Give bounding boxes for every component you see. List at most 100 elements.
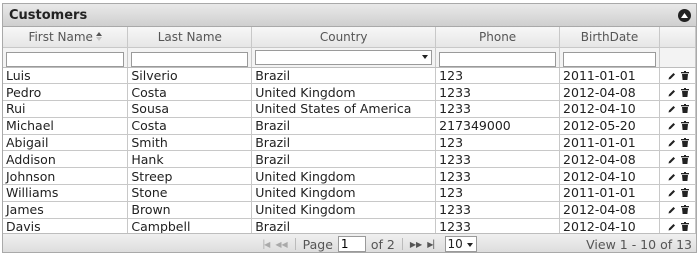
country-filter-select[interactable] — [255, 49, 433, 65]
edit-icon[interactable] — [668, 169, 676, 184]
delete-icon[interactable] — [681, 185, 690, 200]
edit-icon[interactable] — [668, 185, 676, 200]
column-header-birthdate[interactable]: BirthDate — [559, 27, 660, 48]
delete-icon[interactable] — [681, 101, 690, 116]
first-name-cell: Luis — [3, 67, 129, 85]
dropdown-arrow-icon — [466, 243, 473, 247]
birthdate-cell: 2012-05-20 — [559, 117, 660, 135]
table-row[interactable]: Abigail Smith Brazil 123 2011-01-01 — [3, 134, 696, 152]
edit-icon[interactable] — [668, 118, 676, 133]
pager-separator — [401, 238, 403, 250]
edit-icon[interactable] — [668, 135, 676, 150]
table-row[interactable]: Rui Sousa United States of America 1233 2012… — [3, 100, 696, 118]
column-header-label: BirthDate — [580, 29, 639, 44]
row-actions-cell — [659, 167, 696, 186]
column-header-country[interactable]: Country — [251, 27, 437, 48]
table-row[interactable]: Luis Silverio Brazil 123 2011-01-01 — [3, 67, 696, 85]
delete-icon[interactable] — [681, 169, 690, 184]
first-page-icon[interactable]: ▕◀ — [258, 240, 270, 249]
country-cell: United Kingdom — [251, 201, 437, 219]
page-number-input[interactable] — [337, 236, 366, 252]
country-cell: Brazil — [251, 134, 437, 152]
birthdate-cell: 2011-01-01 — [559, 184, 660, 202]
phone-cell: 1233 — [435, 100, 561, 118]
filter-row — [3, 47, 696, 68]
header-row: First Name Last Name Country Phone Birth… — [3, 27, 696, 48]
last-name-filter-input[interactable] — [131, 51, 249, 67]
page-count-label: of 2 — [370, 236, 395, 252]
delete-icon[interactable] — [681, 152, 690, 167]
column-header-actions — [659, 27, 696, 48]
row-actions-cell — [659, 201, 696, 219]
edit-icon[interactable] — [668, 101, 676, 116]
first-name-cell: Johnson — [3, 167, 129, 186]
table-row[interactable]: Williams Stone United Kingdom 123 2011-01-01 — [3, 184, 696, 202]
table-row[interactable]: Johnson Streep United Kingdom 1233 2012-04-1… — [3, 167, 696, 186]
column-header-last-name[interactable]: Last Name — [127, 27, 253, 48]
row-actions-cell — [659, 117, 696, 135]
view-records-info: View 1 - 10 of 13 — [586, 237, 692, 252]
grid-body: Luis Silverio Brazil 123 2011-01-01 Pedro Cost… — [3, 67, 696, 236]
table-row[interactable]: Michael Costa Brazil 217349000 2012-05-20 — [3, 117, 696, 135]
table-row[interactable]: James Brown United Kingdom 1233 2012-04-08 — [3, 201, 696, 219]
phone-cell: 1233 — [435, 167, 561, 186]
dropdown-arrow-icon — [422, 54, 429, 59]
country-cell: United Kingdom — [251, 184, 437, 202]
country-cell: Brazil — [251, 117, 437, 135]
row-actions-cell — [659, 67, 696, 85]
first-name-cell: Williams — [3, 184, 129, 202]
last-name-cell: Stone — [127, 184, 253, 202]
collapse-up-icon[interactable] — [678, 8, 691, 22]
birthdate-cell: 2011-01-01 — [559, 67, 660, 85]
edit-icon[interactable] — [668, 68, 676, 83]
column-header-label: Country — [319, 29, 368, 44]
first-name-cell: James — [3, 201, 129, 219]
phone-cell: 123 — [435, 184, 561, 202]
last-name-cell: Smith — [127, 134, 253, 152]
column-header-phone[interactable]: Phone — [435, 27, 561, 48]
grid-table: First Name Last Name Country Phone Birth… — [3, 27, 696, 236]
country-cell: Brazil — [251, 150, 437, 169]
last-name-cell: Brown — [127, 201, 253, 219]
last-name-cell: Sousa — [127, 100, 253, 118]
delete-icon[interactable] — [681, 118, 690, 133]
delete-icon[interactable] — [681, 85, 690, 100]
birthdate-filter-input[interactable] — [563, 51, 656, 67]
delete-icon[interactable] — [681, 68, 690, 83]
row-actions-cell — [659, 150, 696, 169]
delete-icon[interactable] — [681, 202, 690, 217]
grid-caption: Customers — [3, 4, 696, 27]
edit-icon[interactable] — [668, 202, 676, 217]
table-row[interactable]: Addison Hank Brazil 1233 2012-04-08 — [3, 150, 696, 169]
last-name-cell: Hank — [127, 150, 253, 169]
edit-icon[interactable] — [668, 219, 676, 234]
table-row[interactable]: Pedro Costa United Kingdom 1233 2012-04-08 — [3, 83, 696, 102]
delete-icon[interactable] — [681, 219, 690, 234]
birthdate-cell: 2012-04-08 — [559, 150, 660, 169]
birthdate-cell: 2012-04-10 — [559, 167, 660, 186]
first-name-filter-input[interactable] — [6, 51, 125, 67]
page-label: Page — [302, 236, 333, 252]
column-header-label: Phone — [479, 29, 517, 44]
sort-asc-icon[interactable] — [95, 30, 102, 44]
edit-icon[interactable] — [668, 85, 676, 100]
last-page-icon[interactable]: ▶▏ — [427, 240, 439, 249]
phone-cell: 123 — [435, 67, 561, 85]
pager-separator — [294, 238, 296, 250]
country-cell: United Kingdom — [251, 167, 437, 186]
rows-per-page-select[interactable]: 10 — [444, 236, 477, 252]
edit-icon[interactable] — [668, 152, 676, 167]
next-page-icon[interactable]: ▶▶ — [410, 240, 422, 249]
delete-icon[interactable] — [681, 135, 690, 150]
column-header-first-name[interactable]: First Name — [3, 27, 129, 48]
country-cell: United Kingdom — [251, 83, 437, 102]
last-name-cell: Costa — [127, 117, 253, 135]
phone-cell: 1233 — [435, 83, 561, 102]
phone-filter-input[interactable] — [439, 51, 557, 67]
phone-cell: 217349000 — [435, 117, 561, 135]
prev-page-icon[interactable]: ◀◀ — [275, 240, 287, 249]
column-header-label: Last Name — [157, 29, 222, 44]
column-header-label: First Name — [28, 29, 93, 44]
birthdate-cell: 2012-04-08 — [559, 83, 660, 102]
first-name-cell: Pedro — [3, 83, 129, 102]
